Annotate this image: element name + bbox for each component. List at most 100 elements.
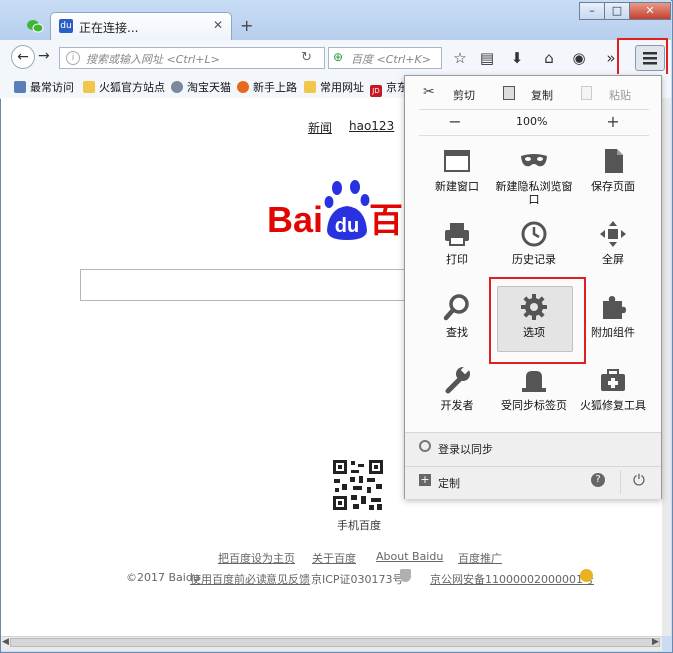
clipboard-icon bbox=[581, 86, 592, 100]
chat-icon[interactable]: ◉ bbox=[568, 48, 590, 68]
print-button[interactable]: 打印 bbox=[417, 219, 497, 289]
search-bar[interactable]: ⊕ 百度 <Ctrl+K> bbox=[328, 47, 442, 69]
scissors-icon: ✂ bbox=[423, 84, 435, 100]
shield-icon bbox=[400, 569, 411, 582]
wechat-icon bbox=[26, 19, 44, 33]
synced-tabs-button[interactable]: 受同步标签页 bbox=[494, 365, 574, 435]
qr-label: 手机百度 bbox=[337, 519, 381, 532]
minimize-button[interactable]: – bbox=[579, 2, 605, 20]
maximize-button[interactable]: □ bbox=[604, 2, 630, 20]
options-highlight bbox=[489, 277, 586, 364]
plus-square-icon: + bbox=[419, 473, 431, 486]
zoom-in-button[interactable]: + bbox=[601, 112, 625, 131]
clock-icon bbox=[519, 219, 549, 249]
link-news[interactable]: 新闻 bbox=[308, 119, 332, 136]
jd-icon: JD bbox=[370, 85, 382, 97]
save-page-button[interactable]: 保存页面 bbox=[573, 146, 653, 216]
svg-text:百: 百 bbox=[369, 201, 403, 241]
copy-icon bbox=[503, 86, 515, 100]
firefox-icon bbox=[237, 81, 249, 93]
bookmark-getting-started[interactable]: 新手上路 bbox=[237, 79, 297, 95]
puzzle-icon bbox=[598, 292, 628, 322]
reading-list-icon[interactable]: ▤ bbox=[476, 48, 498, 68]
footer-link-feedback[interactable]: 意见反馈 bbox=[266, 571, 310, 587]
icp-license: 京ICP证030173号 bbox=[311, 573, 404, 586]
folder-icon bbox=[83, 81, 95, 93]
search-engine-icon[interactable]: ⊕ bbox=[333, 50, 343, 64]
divider bbox=[419, 135, 649, 136]
forward-button[interactable]: → bbox=[38, 48, 50, 64]
synced-tabs-icon bbox=[519, 365, 549, 395]
window-icon bbox=[442, 146, 472, 176]
qr-code bbox=[331, 458, 385, 512]
scroll-right-arrow[interactable]: ▶ bbox=[652, 637, 659, 647]
footer-link-terms[interactable]: 使用百度前必读 bbox=[190, 571, 267, 587]
printer-icon bbox=[442, 219, 472, 249]
vertical-scrollbar[interactable] bbox=[662, 98, 671, 636]
developer-button[interactable]: 开发者 bbox=[417, 365, 497, 435]
bookmark-jd[interactable]: JD 京东 bbox=[370, 79, 408, 97]
horizontal-scroll-thumb[interactable] bbox=[10, 638, 660, 647]
tab-active[interactable]: du 正在连接... ✕ bbox=[50, 12, 232, 40]
divider bbox=[405, 466, 661, 467]
home-icon[interactable]: ⌂ bbox=[538, 48, 560, 68]
bookmark-folder-icon bbox=[14, 81, 26, 93]
footer-link-about-en[interactable]: About Baidu bbox=[376, 550, 443, 563]
police-badge-icon bbox=[580, 569, 593, 582]
tab-title: 正在连接... bbox=[79, 21, 139, 35]
hamburger-icon bbox=[643, 52, 657, 65]
new-tab-button[interactable]: + bbox=[240, 16, 253, 35]
sign-in-sync-button[interactable]: 登录以同步 bbox=[405, 434, 661, 462]
info-icon: i bbox=[66, 51, 80, 65]
url-bar[interactable]: i 搜索或输入网址 <Ctrl+L> ↻ bbox=[59, 47, 325, 69]
wrench-icon bbox=[442, 365, 472, 395]
url-placeholder: 搜索或输入网址 <Ctrl+L> bbox=[86, 53, 220, 66]
copyright: ©2017 Baidu bbox=[126, 571, 200, 584]
toolbox-icon bbox=[598, 365, 628, 395]
divider bbox=[419, 109, 649, 110]
sync-icon bbox=[419, 440, 431, 452]
baidu-favicon-icon: du bbox=[59, 19, 73, 33]
close-button[interactable]: ✕ bbox=[629, 2, 671, 20]
bookmark-firefox-site[interactable]: 火狐官方站点 bbox=[83, 79, 165, 95]
footer-link-promotion[interactable]: 百度推广 bbox=[458, 550, 502, 566]
new-private-window-button[interactable]: 新建隐私浏览窗口 bbox=[494, 146, 574, 216]
mask-icon bbox=[519, 146, 549, 176]
reload-icon[interactable]: ↻ bbox=[301, 50, 312, 65]
bookmark-most-visited[interactable]: 最常访问 bbox=[14, 79, 74, 95]
baidu-search-input[interactable] bbox=[80, 269, 410, 301]
logo-text: Bai bbox=[267, 199, 323, 240]
search-placeholder: 百度 <Ctrl+K> bbox=[351, 53, 431, 66]
footer-link-police[interactable]: 京公网安备11000002000001号 bbox=[430, 571, 594, 587]
back-button[interactable]: ← bbox=[11, 45, 35, 69]
cut-button[interactable]: ✂ 剪切 bbox=[405, 82, 489, 106]
firefox-repair-button[interactable]: 火狐修复工具 bbox=[573, 365, 653, 435]
zoom-level[interactable]: 100% bbox=[516, 115, 547, 128]
quit-power-icon[interactable]: ⏻ bbox=[633, 471, 645, 489]
firefox-menu-panel: ✂ 剪切 复制 粘贴 − 100% + 新建窗口 新建隐私浏览窗口 保存页面 打… bbox=[404, 75, 662, 499]
tab-close-icon[interactable]: ✕ bbox=[213, 18, 223, 32]
new-window-button[interactable]: 新建窗口 bbox=[417, 146, 497, 216]
download-icon[interactable]: ⬇ bbox=[506, 48, 528, 68]
globe-icon bbox=[171, 81, 183, 93]
paste-button[interactable]: 粘贴 bbox=[575, 82, 659, 106]
bookmark-taobao[interactable]: 淘宝天猫 bbox=[171, 79, 231, 95]
hamburger-menu-button[interactable] bbox=[635, 45, 665, 71]
svg-text:du: du bbox=[335, 215, 359, 237]
divider bbox=[620, 470, 621, 494]
footer-link-homepage[interactable]: 把百度设为主页 bbox=[218, 550, 295, 566]
magnifier-icon bbox=[442, 292, 472, 322]
bookmark-common-sites[interactable]: 常用网址 bbox=[304, 79, 364, 95]
page-icon bbox=[598, 146, 628, 176]
link-hao123[interactable]: hao123 bbox=[349, 119, 394, 133]
scroll-left-arrow[interactable]: ◀ bbox=[2, 637, 9, 647]
bookmark-star-icon[interactable]: ☆ bbox=[449, 48, 471, 68]
customize-button[interactable]: + 定制 bbox=[405, 468, 575, 496]
find-button[interactable]: 查找 bbox=[417, 292, 497, 362]
zoom-out-button[interactable]: − bbox=[443, 112, 467, 131]
help-button[interactable]: ? bbox=[591, 473, 605, 487]
fullscreen-icon bbox=[598, 219, 628, 249]
footer-link-about[interactable]: 关于百度 bbox=[312, 550, 356, 566]
copy-button[interactable]: 复制 bbox=[491, 82, 575, 106]
folder-icon bbox=[304, 81, 316, 93]
